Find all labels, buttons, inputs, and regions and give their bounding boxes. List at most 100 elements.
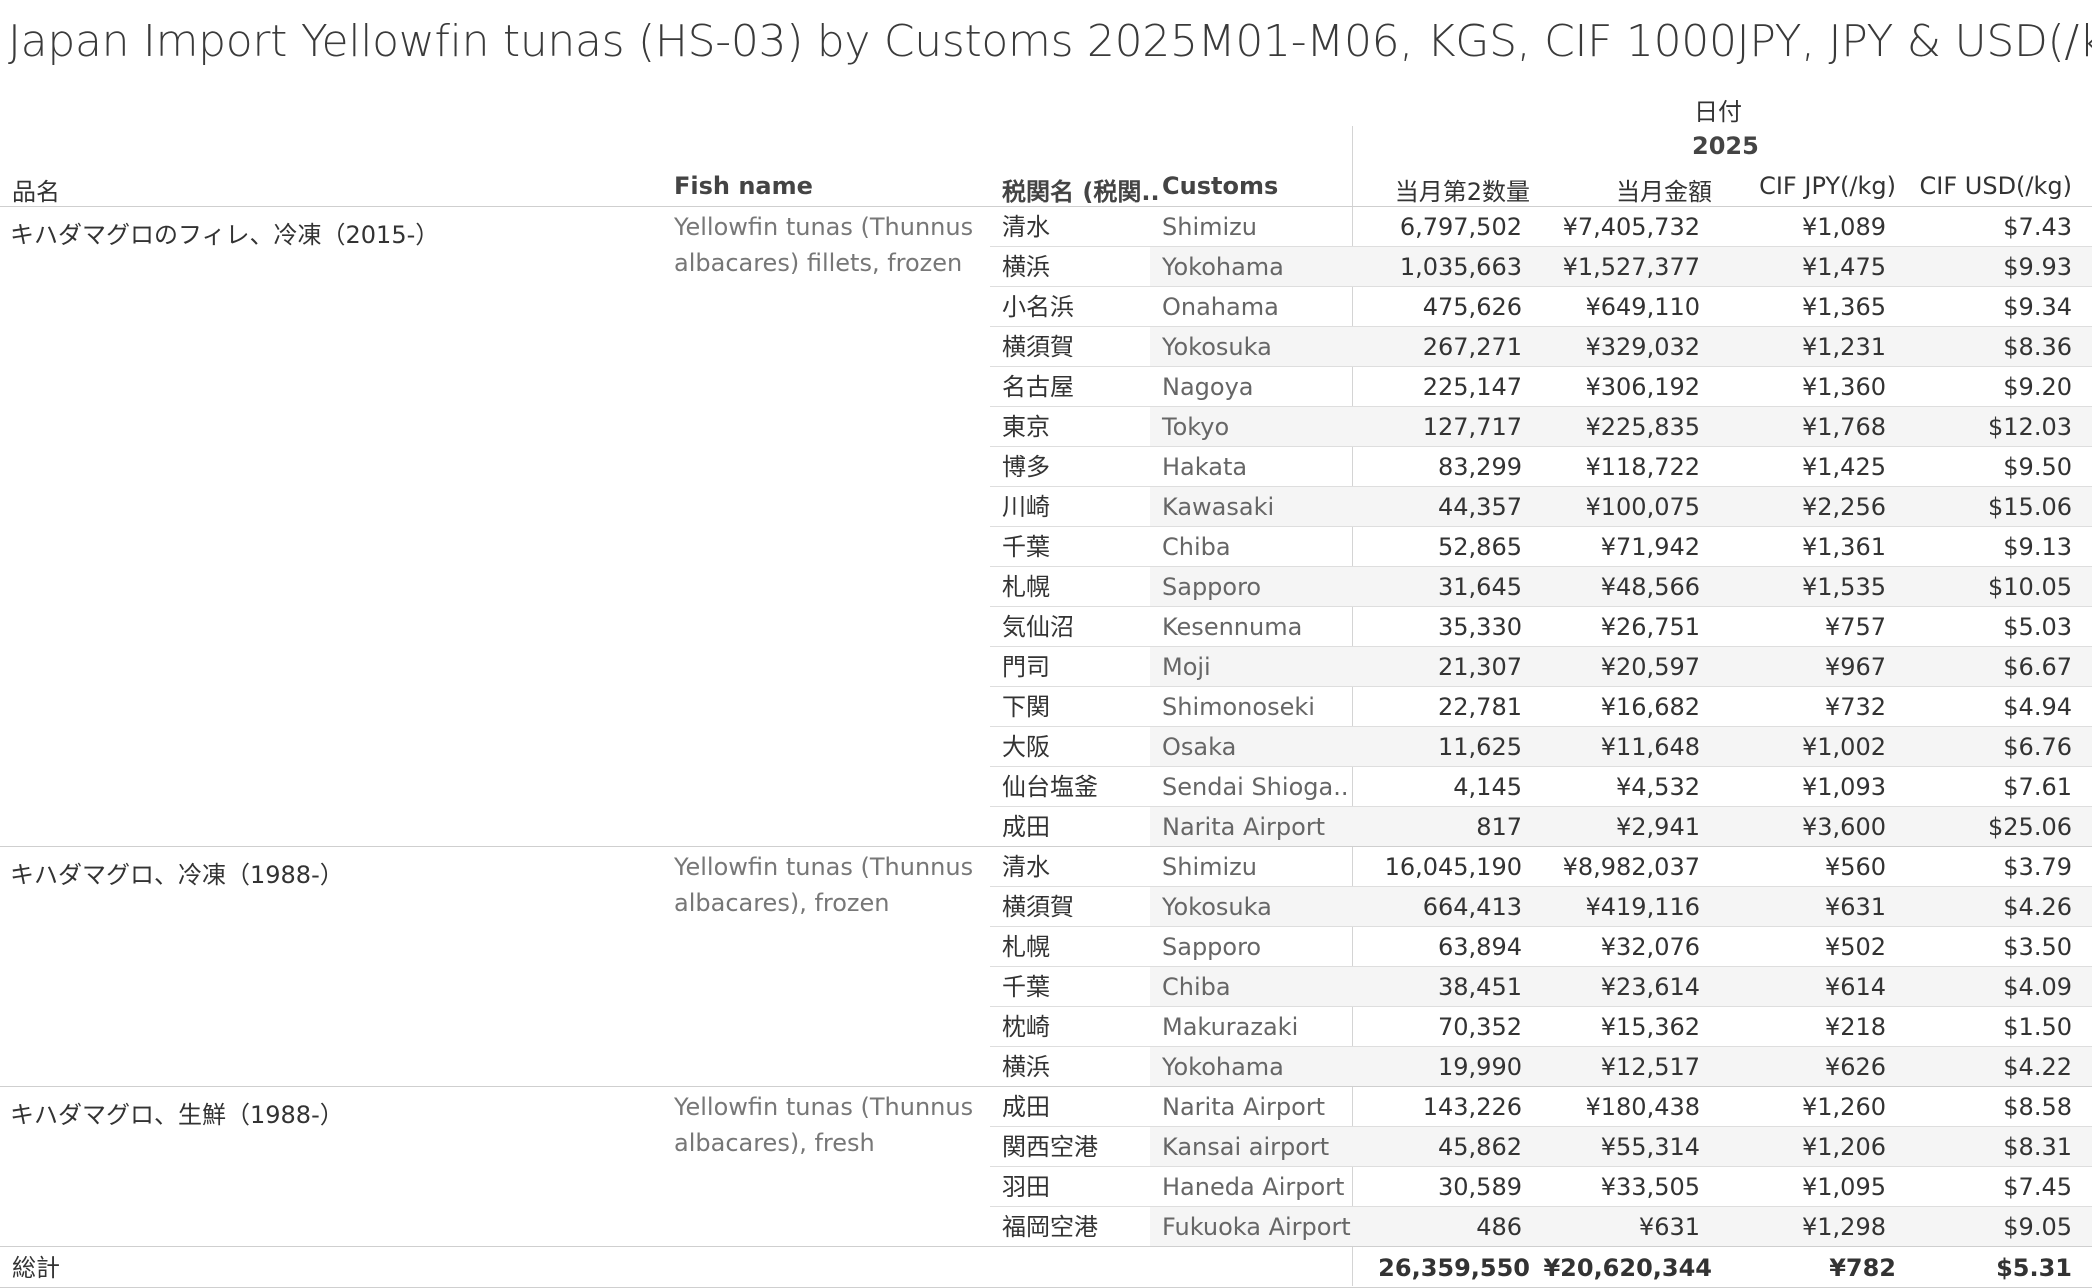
customs-jp-header: 税関名 (税関..: [1002, 178, 1160, 206]
date-header: 日付: [1694, 98, 1742, 126]
customs-en-cell: Narita Airport: [1162, 1093, 1326, 1121]
fish-name-header: Fish name: [674, 172, 813, 200]
product-name: キハダマグロ、生鮮（1988-）: [10, 1101, 344, 1129]
customs-jp-cell: 枕崎: [1002, 1013, 1050, 1041]
cif-jpy-cell: ¥1,475: [1802, 253, 1886, 281]
amount-header: 当月金額: [1616, 178, 1712, 206]
customs-jp-cell: 横浜: [1002, 1053, 1050, 1081]
customs-jp-cell: 横浜: [1002, 253, 1050, 281]
cif-jpy-cell: ¥1,095: [1802, 1173, 1886, 1201]
quantity-cell: 486: [1476, 1213, 1522, 1241]
cif-usd-cell: $4.22: [2003, 1053, 2072, 1081]
cif-jpy-cell: ¥1,089: [1802, 213, 1886, 241]
total-quantity: 26,359,550: [1378, 1254, 1530, 1282]
amount-cell: ¥33,505: [1600, 1173, 1700, 1201]
customs-en-cell: Yokosuka: [1162, 333, 1272, 361]
quantity-cell: 475,626: [1422, 293, 1522, 321]
page-title: Japan Import Yellowfin tunas (HS-03) by …: [8, 16, 2092, 67]
quantity-cell: 83,299: [1438, 453, 1522, 481]
table-row: 福岡空港 Fukuoka Airport 486 ¥631 ¥1,298 $9.05: [990, 1207, 2092, 1247]
cif-usd-cell: $5.03: [2003, 613, 2072, 641]
total-label: 総計: [12, 1254, 60, 1282]
cif-usd-cell: $7.45: [2003, 1173, 2072, 1201]
quantity-cell: 19,990: [1438, 1053, 1522, 1081]
cif-usd-cell: $3.50: [2003, 933, 2072, 961]
table-row: 札幌 Sapporo 31,645 ¥48,566 ¥1,535 $10.05: [990, 567, 2092, 607]
total-cif-jpy: ¥782: [1829, 1254, 1896, 1282]
customs-en-cell: Hakata: [1162, 453, 1248, 481]
cif-usd-cell: $9.93: [2003, 253, 2072, 281]
cif-usd-cell: $8.58: [2003, 1093, 2072, 1121]
amount-cell: ¥225,835: [1585, 413, 1700, 441]
table-row: 門司 Moji 21,307 ¥20,597 ¥967 $6.67: [990, 647, 2092, 687]
table-row: 小名浜 Onahama 475,626 ¥649,110 ¥1,365 $9.34: [990, 287, 2092, 327]
cif-usd-cell: $9.50: [2003, 453, 2072, 481]
product-header: 品名: [12, 178, 60, 206]
table-row: 東京 Tokyo 127,717 ¥225,835 ¥1,768 $12.03: [990, 407, 2092, 447]
cif-usd-cell: $15.06: [1988, 493, 2072, 521]
amount-cell: ¥32,076: [1600, 933, 1700, 961]
cif-jpy-cell: ¥614: [1824, 973, 1886, 1001]
quantity-cell: 16,045,190: [1384, 853, 1522, 881]
quantity-cell: 63,894: [1438, 933, 1522, 961]
customs-en-cell: Sendai Shioga..: [1162, 773, 1349, 801]
cif-jpy-cell: ¥560: [1824, 853, 1886, 881]
table-row: 仙台塩釜 Sendai Shioga.. 4,145 ¥4,532 ¥1,093 $7.6…: [990, 767, 2092, 807]
cif-jpy-cell: ¥1,260: [1802, 1093, 1886, 1121]
year-header: 2025: [1692, 132, 1759, 160]
customs-jp-cell: 下関: [1002, 693, 1050, 721]
customs-jp-cell: 横須賀: [1002, 333, 1074, 361]
cif-usd-header: CIF USD(/kg): [1919, 172, 2073, 200]
cif-jpy-cell: ¥1,768: [1802, 413, 1886, 441]
customs-en-cell: Haneda Airport: [1162, 1173, 1345, 1201]
customs-en-cell: Sapporo: [1162, 573, 1262, 601]
customs-jp-cell: 門司: [1002, 653, 1050, 681]
customs-en-cell: Kawasaki: [1162, 493, 1275, 521]
table-end-rule: [0, 1246, 2092, 1247]
quantity-cell: 38,451: [1438, 973, 1522, 1001]
table-row: 大阪 Osaka 11,625 ¥11,648 ¥1,002 $6.76: [990, 727, 2092, 767]
amount-cell: ¥7,405,732: [1562, 213, 1700, 241]
customs-en-cell: Yokohama: [1162, 253, 1284, 281]
amount-cell: ¥180,438: [1585, 1093, 1700, 1121]
customs-en-cell: Kesennuma: [1162, 613, 1303, 641]
cif-usd-cell: $12.03: [1988, 413, 2072, 441]
amount-cell: ¥12,517: [1600, 1053, 1700, 1081]
cif-jpy-cell: ¥732: [1824, 693, 1886, 721]
customs-jp-cell: 小名浜: [1002, 293, 1074, 321]
customs-en-cell: Fukuoka Airport: [1162, 1213, 1351, 1241]
amount-cell: ¥2,941: [1616, 813, 1700, 841]
customs-jp-cell: 千葉: [1002, 533, 1050, 561]
customs-en-cell: Chiba: [1162, 533, 1231, 561]
cif-usd-cell: $6.67: [2003, 653, 2072, 681]
total-amount: ¥20,620,344: [1543, 1254, 1712, 1282]
cif-jpy-cell: ¥1,361: [1802, 533, 1886, 561]
table-row: 川崎 Kawasaki 44,357 ¥100,075 ¥2,256 $15.06: [990, 487, 2092, 527]
customs-en-cell: Shimizu: [1162, 213, 1257, 241]
cif-jpy-cell: ¥1,093: [1802, 773, 1886, 801]
customs-en-cell: Kansai airport: [1162, 1133, 1330, 1161]
quantity-cell: 30,589: [1438, 1173, 1522, 1201]
table-row: 名古屋 Nagoya 225,147 ¥306,192 ¥1,360 $9.20: [990, 367, 2092, 407]
cif-usd-cell: $4.26: [2003, 893, 2072, 921]
cif-jpy-cell: ¥1,298: [1802, 1213, 1886, 1241]
customs-jp-cell: 札幌: [1002, 573, 1050, 601]
customs-en-cell: Tokyo: [1162, 413, 1230, 441]
customs-en-cell: Shimonoseki: [1162, 693, 1315, 721]
fish-name: Yellowfin tunas (Thunnus albacares), fro…: [674, 853, 974, 917]
quantity-cell: 1,035,663: [1399, 253, 1522, 281]
customs-jp-cell: 東京: [1002, 413, 1050, 441]
table-row: 関西空港 Kansai airport 45,862 ¥55,314 ¥1,206 $8.…: [990, 1127, 2092, 1167]
quantity-cell: 45,862: [1438, 1133, 1522, 1161]
quantity-cell: 52,865: [1438, 533, 1522, 561]
table-row: 横浜 Yokohama 1,035,663 ¥1,527,377 ¥1,475 $9.93: [990, 247, 2092, 287]
table-row: 清水 Shimizu 16,045,190 ¥8,982,037 ¥560 $3.79: [990, 847, 2092, 887]
customs-jp-cell: 清水: [1002, 213, 1050, 241]
cif-jpy-cell: ¥1,206: [1802, 1133, 1886, 1161]
cif-jpy-cell: ¥967: [1824, 653, 1886, 681]
table-row: 横須賀 Yokosuka 267,271 ¥329,032 ¥1,231 $8.36: [990, 327, 2092, 367]
cif-jpy-cell: ¥1,365: [1802, 293, 1886, 321]
customs-jp-cell: 大阪: [1002, 733, 1050, 761]
amount-cell: ¥118,722: [1585, 453, 1700, 481]
table-row: 横浜 Yokohama 19,990 ¥12,517 ¥626 $4.22: [990, 1047, 2092, 1087]
